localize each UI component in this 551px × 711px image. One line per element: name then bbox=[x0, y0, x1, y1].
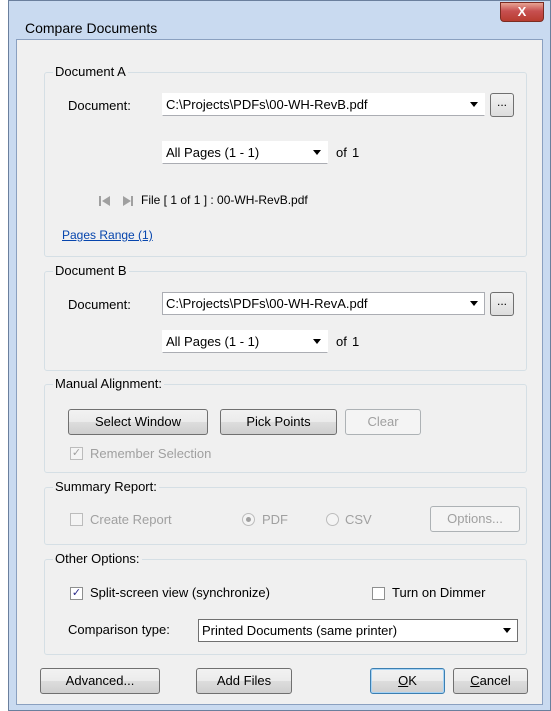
document-b-select[interactable]: C:\Projects\PDFs\00-WH-RevA.pdf bbox=[162, 292, 485, 315]
document-b-field-label: Document: bbox=[68, 297, 131, 312]
dropdown-arrow-icon bbox=[503, 628, 511, 633]
summary-report-label: Summary Report: bbox=[53, 479, 159, 494]
document-b-pages-select[interactable]: All Pages (1 - 1) bbox=[162, 330, 328, 353]
ok-accelerator: O bbox=[398, 673, 409, 688]
document-a-field-label: Document: bbox=[68, 98, 131, 113]
csv-label: CSV bbox=[345, 512, 372, 527]
next-page-icon[interactable] bbox=[122, 195, 134, 207]
create-report-checkbox[interactable] bbox=[70, 513, 83, 526]
document-b-page-count: 1 bbox=[352, 334, 360, 349]
document-b-browse-button[interactable]: ... bbox=[490, 292, 514, 316]
ok-label-rest: K bbox=[408, 673, 417, 688]
comparison-type-value: Printed Documents (same printer) bbox=[202, 623, 398, 638]
remember-selection-checkbox[interactable]: ✓ bbox=[70, 447, 83, 460]
document-a-page-count: 1 bbox=[352, 145, 360, 160]
checkmark-icon: ✓ bbox=[71, 447, 82, 459]
first-page-icon[interactable] bbox=[99, 195, 111, 207]
csv-radio[interactable] bbox=[326, 513, 339, 526]
dimmer-checkbox[interactable] bbox=[372, 587, 385, 600]
advanced-button[interactable]: Advanced... bbox=[40, 668, 160, 694]
document-a-group: Document A Document: C:\Projects\PDFs\00… bbox=[44, 64, 527, 257]
document-a-value: C:\Projects\PDFs\00-WH-RevB.pdf bbox=[166, 97, 368, 112]
pdf-label: PDF bbox=[262, 512, 288, 527]
document-b-label: Document B bbox=[53, 263, 129, 278]
other-options-label: Other Options: bbox=[53, 551, 142, 566]
comparison-type-label: Comparison type: bbox=[68, 622, 170, 637]
pdf-radio[interactable] bbox=[242, 513, 255, 526]
options-button[interactable]: Options... bbox=[430, 506, 520, 532]
clear-button[interactable]: Clear bbox=[345, 409, 421, 435]
summary-report-group: Summary Report: Create Report PDF CSV Op… bbox=[44, 479, 527, 545]
ok-button[interactable]: OK bbox=[370, 668, 445, 694]
document-a-pages-select[interactable]: All Pages (1 - 1) bbox=[162, 141, 328, 164]
add-files-button[interactable]: Add Files bbox=[196, 668, 292, 694]
split-screen-checkbox[interactable]: ✓ bbox=[70, 587, 83, 600]
manual-alignment-label: Manual Alignment: bbox=[53, 376, 164, 391]
document-a-pages-value: All Pages (1 - 1) bbox=[166, 145, 260, 160]
other-options-group: Other Options: ✓ Split-screen view (sync… bbox=[44, 551, 527, 655]
document-b-pages-value: All Pages (1 - 1) bbox=[166, 334, 260, 349]
document-a-select[interactable]: C:\Projects\PDFs\00-WH-RevB.pdf bbox=[162, 93, 485, 116]
document-a-label: Document A bbox=[53, 64, 128, 79]
dropdown-arrow-icon bbox=[313, 339, 321, 344]
cancel-accelerator: C bbox=[470, 673, 480, 688]
remember-selection-label: Remember Selection bbox=[90, 446, 212, 461]
document-a-of-label: of bbox=[336, 145, 347, 160]
title-bar[interactable]: Compare Documents X bbox=[9, 1, 550, 39]
dropdown-arrow-icon bbox=[470, 301, 478, 306]
split-screen-label: Split-screen view (synchronize) bbox=[90, 585, 270, 600]
cancel-label-rest: ancel bbox=[479, 673, 511, 688]
select-window-button[interactable]: Select Window bbox=[68, 409, 208, 435]
cancel-button[interactable]: Cancel bbox=[453, 668, 528, 694]
checkmark-icon: ✓ bbox=[71, 587, 82, 599]
document-a-browse-button[interactable]: ... bbox=[490, 93, 514, 117]
document-b-of-label: of bbox=[336, 334, 347, 349]
window-title: Compare Documents bbox=[25, 20, 158, 36]
pick-points-button[interactable]: Pick Points bbox=[220, 409, 337, 435]
compare-documents-window: Compare Documents X Document A Document:… bbox=[8, 0, 551, 711]
pages-range-link[interactable]: Pages Range (1) bbox=[62, 228, 153, 242]
comparison-type-select[interactable]: Printed Documents (same printer) bbox=[198, 619, 518, 642]
dialog-client: Document A Document: C:\Projects\PDFs\00… bbox=[16, 39, 543, 705]
dropdown-arrow-icon bbox=[470, 102, 478, 107]
document-b-group: Document B Document: C:\Projects\PDFs\00… bbox=[44, 263, 527, 371]
dimmer-label: Turn on Dimmer bbox=[392, 585, 486, 600]
close-button[interactable]: X bbox=[500, 2, 544, 22]
manual-alignment-group: Manual Alignment: Select Window Pick Poi… bbox=[44, 376, 527, 473]
file-info: File [ 1 of 1 ] : 00-WH-RevB.pdf bbox=[141, 193, 308, 207]
document-b-value: C:\Projects\PDFs\00-WH-RevA.pdf bbox=[166, 296, 368, 311]
dropdown-arrow-icon bbox=[313, 150, 321, 155]
create-report-label: Create Report bbox=[90, 512, 172, 527]
